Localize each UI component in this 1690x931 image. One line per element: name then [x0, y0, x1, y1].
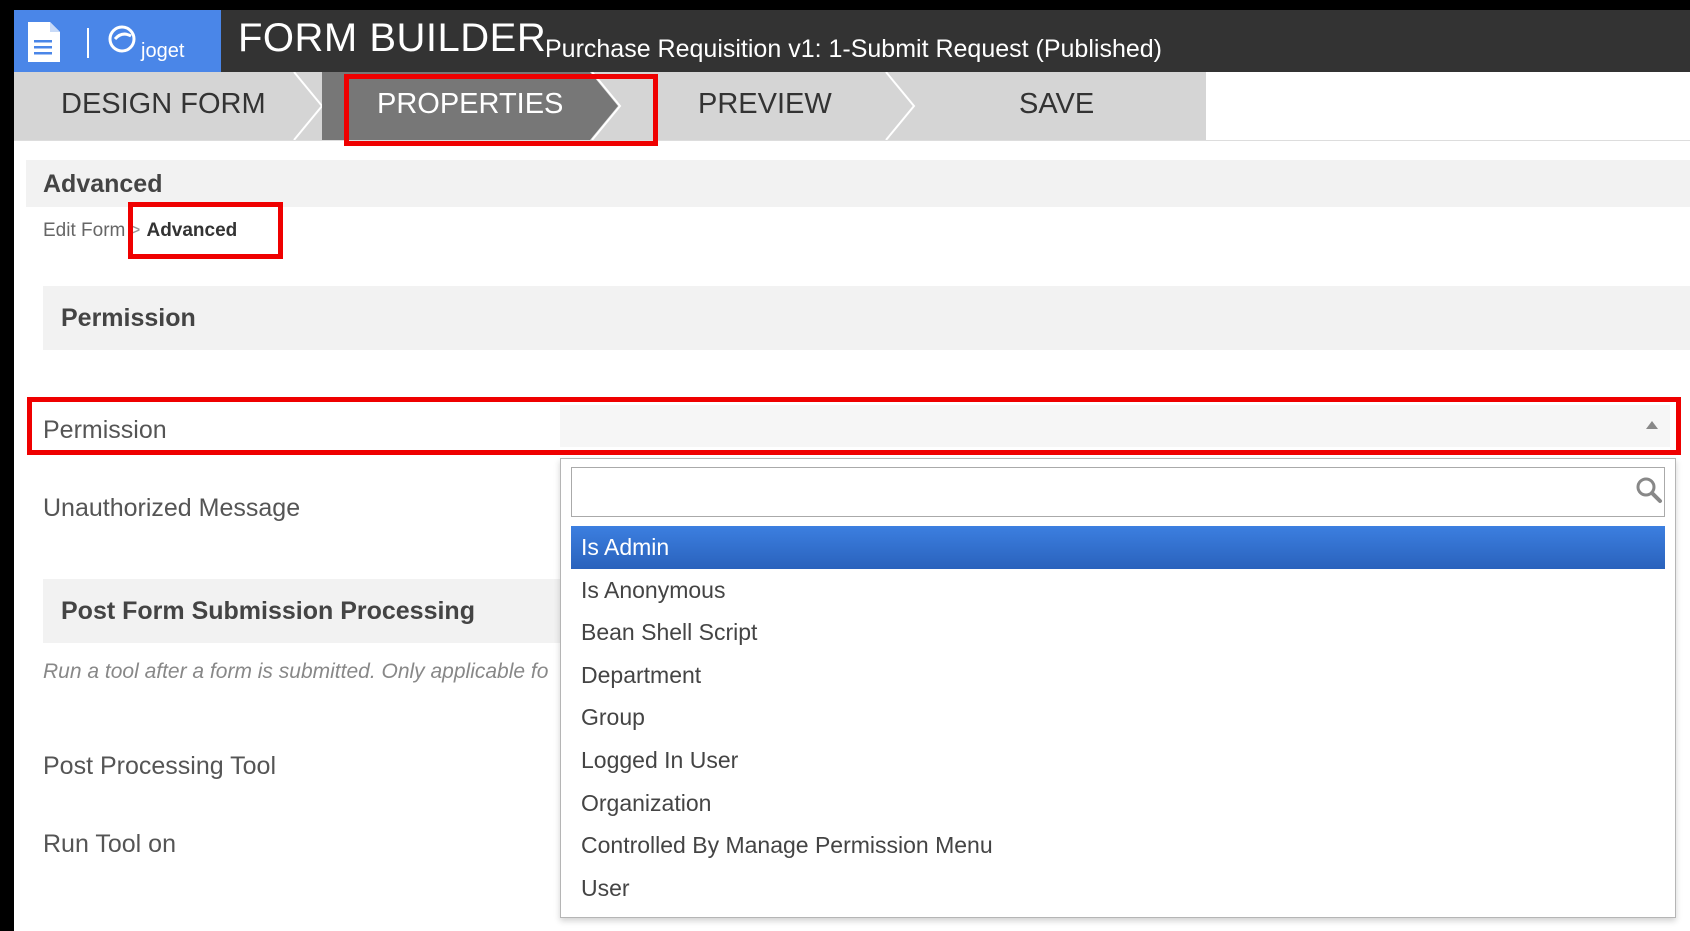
breadcrumb: Edit Form > Advanced — [43, 220, 237, 242]
permission-field-label: Permission — [43, 416, 167, 444]
screenshot-border-left — [0, 0, 14, 931]
unauthorized-message-label: Unauthorized Message — [43, 494, 301, 522]
permission-group-header: Permission — [43, 286, 1690, 350]
option-is-admin[interactable]: Is Admin — [571, 526, 1665, 569]
permission-select[interactable] — [560, 405, 1670, 447]
tab-preview[interactable]: PREVIEW — [698, 88, 832, 121]
dropdown-options: Is Admin Is Anonymous Bean Shell Script … — [571, 526, 1665, 909]
chevron-up-icon — [1646, 421, 1658, 429]
option-controlled-by-manage-permission-menu[interactable]: Controlled By Manage Permission Menu — [571, 824, 1665, 867]
option-bean-shell-script[interactable]: Bean Shell Script — [571, 611, 1665, 654]
option-organization[interactable]: Organization — [571, 782, 1665, 825]
app-header: joget FORM BUILDER Purchase Requisition … — [14, 10, 1690, 72]
option-logged-in-user[interactable]: Logged In User — [571, 739, 1665, 782]
logo-separator — [87, 28, 89, 58]
tab-properties[interactable]: PROPERTIES — [377, 88, 563, 121]
breadcrumb-current: Advanced — [146, 220, 238, 241]
breadcrumb-edit-form[interactable]: Edit Form — [43, 220, 125, 241]
tab-save[interactable]: SAVE — [1019, 88, 1094, 121]
post-submission-group-title: Post Form Submission Processing — [61, 597, 475, 625]
post-submission-note: Run a tool after a form is submitted. On… — [43, 660, 549, 683]
builder-steps-nav: DESIGN FORM PROPERTIES PREVIEW SAVE — [14, 72, 1690, 140]
option-group[interactable]: Group — [571, 696, 1665, 739]
joget-logo-text: joget — [141, 40, 185, 62]
logo-area[interactable]: joget — [14, 10, 221, 72]
option-is-anonymous[interactable]: Is Anonymous — [571, 569, 1665, 612]
section-title: Advanced — [43, 170, 163, 198]
search-icon — [1636, 477, 1662, 503]
option-department[interactable]: Department — [571, 654, 1665, 697]
steps-divider — [14, 140, 1690, 141]
tab-design-form[interactable]: DESIGN FORM — [61, 88, 266, 121]
post-submission-group-header: Post Form Submission Processing — [43, 579, 563, 643]
joget-logo-icon — [108, 25, 136, 53]
app-title: FORM BUILDER — [238, 16, 547, 60]
option-user[interactable]: User — [571, 867, 1665, 910]
permission-dropdown: Is Admin Is Anonymous Bean Shell Script … — [560, 458, 1676, 918]
post-processing-tool-label: Post Processing Tool — [43, 752, 276, 780]
dropdown-search-input[interactable] — [571, 467, 1665, 517]
section-header: Advanced — [26, 160, 1690, 207]
form-subtitle: Purchase Requisition v1: 1-Submit Reques… — [545, 35, 1162, 63]
breadcrumb-separator: > — [129, 220, 141, 241]
document-icon — [28, 22, 60, 62]
permission-group-title: Permission — [61, 304, 196, 332]
run-tool-on-label: Run Tool on — [43, 830, 176, 858]
screenshot-border-top — [0, 0, 1690, 10]
